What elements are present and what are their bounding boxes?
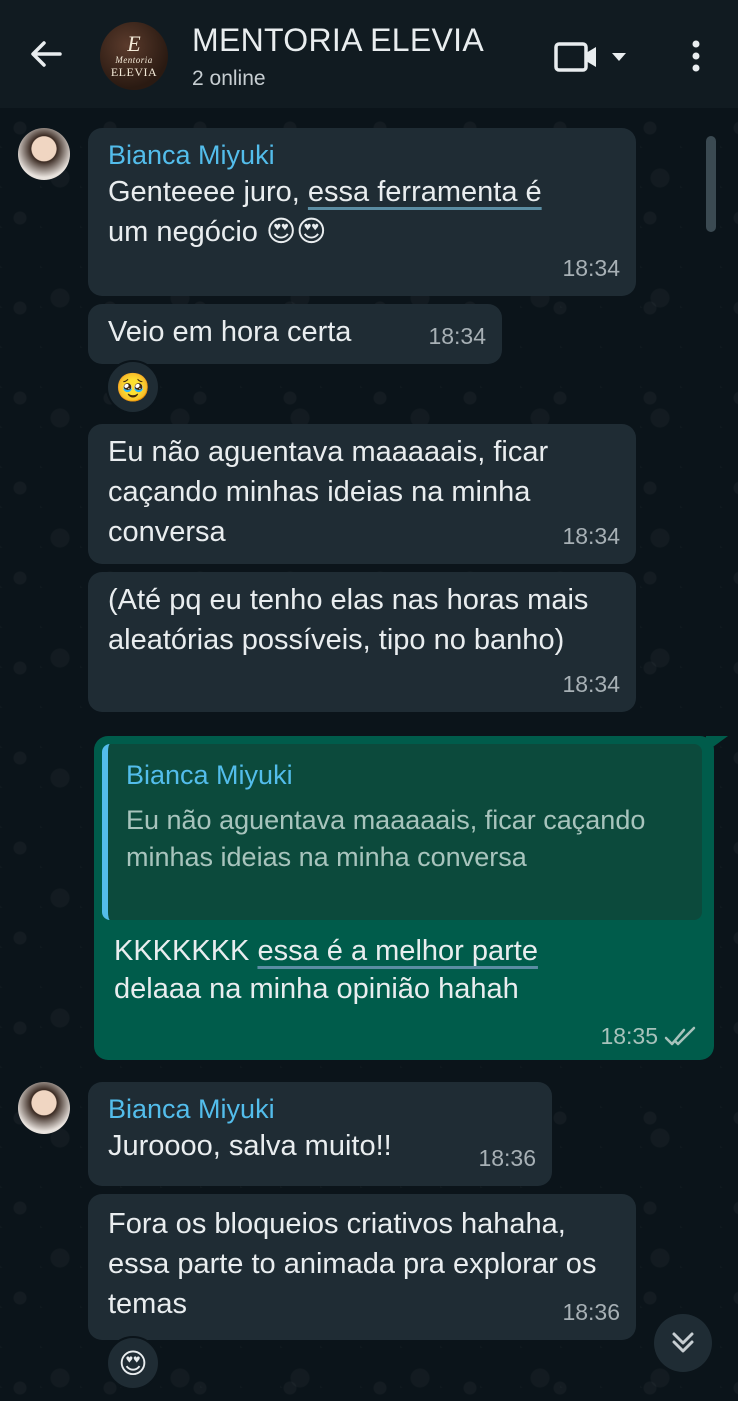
- chat-status: 2 online: [192, 67, 266, 90]
- video-call-icon[interactable]: [552, 38, 638, 76]
- double-chevron-down-icon: [672, 1332, 694, 1353]
- message-bubble[interactable]: Bianca Miyuki Genteeee juro, essa ferram…: [88, 128, 636, 296]
- message-bubble[interactable]: Fora os bloqueios criativos hahaha, essa…: [88, 1194, 636, 1340]
- avatar-brand-text: ELEVIA: [110, 65, 158, 79]
- quoted-text: Eu não aguentava maaaaais, ficar caçando…: [126, 805, 646, 872]
- quoted-message[interactable]: Bianca Miyuki Eu não aguentava maaaaais,…: [102, 744, 702, 920]
- message-time: 18:35: [600, 1023, 658, 1049]
- message-text: Veio em hora certa: [108, 316, 352, 348]
- message-time: 18:36: [562, 1299, 620, 1325]
- message-bubble[interactable]: Bianca Miyuki Juroooo, salva muito!! 18:…: [88, 1082, 552, 1186]
- message-bubble[interactable]: (Até pq eu tenho elas nas horas mais ale…: [88, 572, 636, 712]
- message-time: 18:34: [562, 671, 620, 697]
- group-avatar[interactable]: E Mentoria ELEVIA: [100, 22, 168, 90]
- reaction-badge[interactable]: 🥹: [106, 360, 160, 414]
- message-time: 18:34: [428, 323, 486, 349]
- outgoing-message-bubble[interactable]: Bianca Miyuki Eu não aguentava maaaaais,…: [94, 736, 714, 1060]
- message-bubble[interactable]: Veio em hora certa 18:34: [88, 304, 502, 364]
- message-bubble[interactable]: Eu não aguentava maaaaais, ficar caçando…: [88, 424, 636, 564]
- message-time: 18:34: [562, 255, 620, 281]
- chat-title[interactable]: MENTORIA ELEVIA: [192, 22, 484, 59]
- message-highlight[interactable]: essa é a melhor parte: [257, 935, 537, 967]
- reaction-badge[interactable]: 😍: [106, 1336, 160, 1390]
- arrow-left-icon[interactable]: [26, 34, 66, 74]
- message-time: 18:34: [562, 523, 620, 549]
- message-text: KKKKKKK: [114, 935, 258, 967]
- read-receipt-icon: [664, 1026, 696, 1046]
- scrollbar[interactable]: [706, 136, 716, 232]
- avatar[interactable]: [18, 128, 70, 180]
- avatar-monogram: E: [127, 31, 141, 56]
- message-text-cont: um negócio 😍😍: [108, 216, 327, 248]
- sender-name: Bianca Miyuki: [108, 140, 275, 170]
- message-time: 18:36: [478, 1145, 536, 1171]
- message-text: Juroooo, salva muito!!: [108, 1130, 392, 1162]
- message-text: Fora os bloqueios criativos hahaha, essa…: [108, 1208, 597, 1320]
- message-text: (Até pq eu tenho elas nas horas mais ale…: [108, 584, 589, 656]
- message-text-cont: delaaa na minha opinião hahah: [114, 973, 519, 1005]
- message-text: Eu não aguentava maaaaais, ficar caçando…: [108, 436, 549, 548]
- quoted-sender: Bianca Miyuki: [126, 760, 293, 790]
- sender-name: Bianca Miyuki: [108, 1094, 275, 1124]
- chat-header: E Mentoria ELEVIA MENTORIA ELEVIA 2 onli…: [0, 0, 738, 108]
- message-text: Genteeee juro,: [108, 176, 308, 208]
- scroll-to-bottom-button[interactable]: [654, 1314, 712, 1372]
- more-vert-icon[interactable]: [684, 36, 708, 76]
- message-highlight[interactable]: essa ferramenta é: [308, 176, 542, 208]
- avatar[interactable]: [18, 1082, 70, 1134]
